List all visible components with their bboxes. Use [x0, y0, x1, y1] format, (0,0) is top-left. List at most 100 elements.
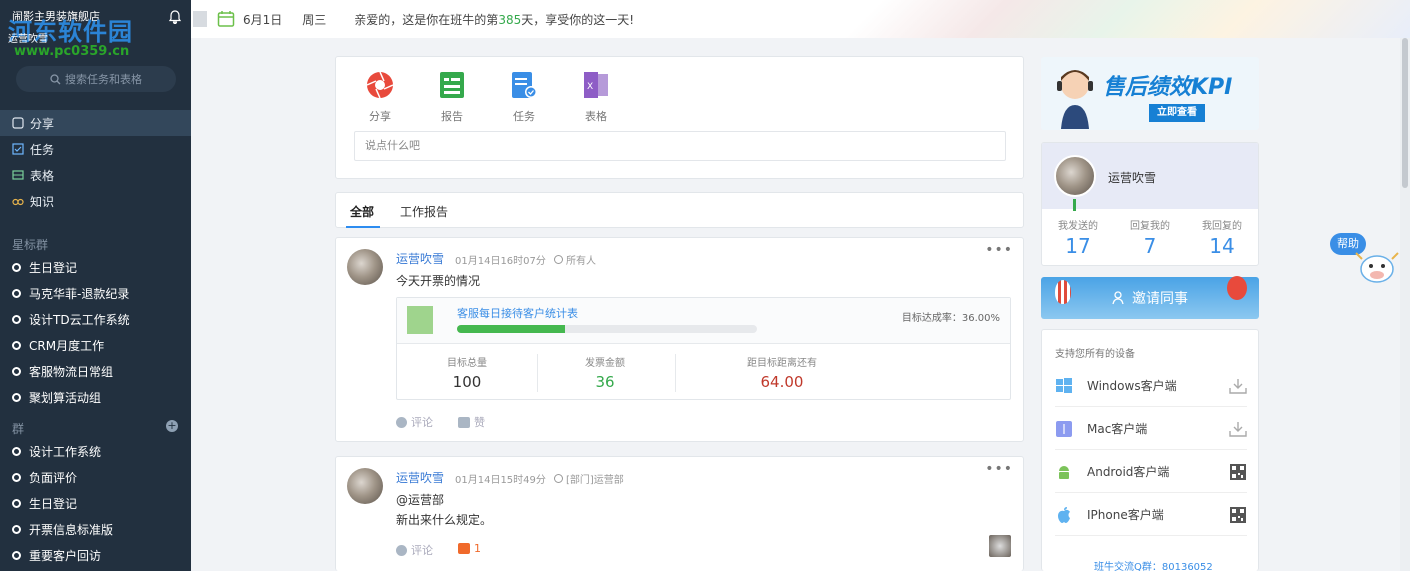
- comment-label: 评论: [411, 416, 433, 429]
- report-label: 报告: [441, 110, 463, 123]
- stat-i-replied[interactable]: 我回复的 14: [1186, 217, 1258, 258]
- profile-header: 运营吹雪: [1042, 143, 1258, 211]
- group-item[interactable]: 负面评价: [0, 464, 191, 490]
- search-icon: [50, 73, 61, 84]
- starred-group-item[interactable]: 客服物流日常组: [0, 358, 191, 384]
- stat-value: 17: [1065, 234, 1091, 258]
- download-icon[interactable]: [1229, 378, 1247, 394]
- starred-group-item[interactable]: 设计TD云工作系统: [0, 306, 191, 332]
- avatar[interactable]: [347, 468, 383, 504]
- stat-label: 发票金额: [585, 358, 625, 369]
- starred-group-item[interactable]: 聚划算活动组: [0, 384, 191, 410]
- attached-sheet-card[interactable]: 客服每日接待客户统计表 目标达成率：36.00% 目标总量 100 发票金额 36 …: [396, 297, 1011, 400]
- download-icon[interactable]: [1229, 421, 1247, 437]
- support-agent-illustration: [1057, 70, 1093, 129]
- like-button[interactable]: 赞: [458, 414, 485, 430]
- stat-total: 目标总量 100: [397, 354, 537, 391]
- device-row-android[interactable]: Android客户端: [1055, 451, 1247, 493]
- nav-label: 表格: [30, 168, 55, 183]
- mac-icon: [1056, 420, 1072, 437]
- starred-group-item[interactable]: CRM月度工作: [0, 332, 191, 358]
- thumbs-up-icon: [458, 543, 470, 554]
- sheet-name[interactable]: 客服每日接待客户统计表: [457, 305, 578, 321]
- user-short-name[interactable]: 运营吹雪: [8, 30, 52, 52]
- tab-work-report[interactable]: 工作报告: [400, 203, 448, 220]
- main-nav: 分享 任务 表格 知识: [0, 110, 191, 214]
- stat-value: 14: [1209, 234, 1235, 258]
- comment-button[interactable]: 评论: [396, 542, 433, 558]
- red-balloon-icon: [1227, 276, 1247, 300]
- stat-value: 36: [595, 373, 615, 391]
- bell-icon[interactable]: [168, 10, 182, 24]
- device-name: Mac客户端: [1087, 422, 1148, 436]
- collapse-handle[interactable]: [193, 11, 207, 27]
- more-options-icon[interactable]: •••: [985, 242, 1013, 258]
- post-text: 新出来什么规定。: [396, 513, 493, 527]
- ring-icon: [12, 472, 21, 482]
- table-button[interactable]: X 表格: [576, 71, 616, 124]
- group-item[interactable]: 开票信息标准版: [0, 516, 191, 542]
- days-count: 385: [498, 12, 522, 27]
- tab-all[interactable]: 全部: [350, 203, 374, 220]
- nav-item-task[interactable]: 任务: [0, 136, 191, 162]
- qrcode-icon[interactable]: [1229, 463, 1247, 480]
- stat-label: 我发送的: [1058, 221, 1098, 232]
- group-label: 生日登记: [29, 496, 78, 511]
- groups-title: 群: [12, 422, 25, 436]
- windows-icon: [1056, 377, 1072, 393]
- help-widget[interactable]: 帮助: [1330, 233, 1402, 289]
- post-composer: 分享 报告 任务 X 表格 说点什么吧: [335, 56, 1024, 179]
- starred-group-item[interactable]: 生日登记: [0, 254, 191, 280]
- device-row-windows[interactable]: Windows客户端: [1055, 365, 1247, 407]
- page-scrollbar[interactable]: [1400, 38, 1410, 571]
- task-button[interactable]: 任务: [504, 71, 544, 124]
- search-input[interactable]: 搜索任务和表格: [16, 66, 176, 92]
- ring-icon: [12, 262, 21, 272]
- group-label: 重要客户回访: [29, 548, 102, 563]
- greeting: 亲爱的，这是你在班牛的第385天，享受你的这一天!: [354, 11, 634, 28]
- share-icon: [12, 117, 24, 129]
- post-mention[interactable]: @运营部: [396, 491, 444, 508]
- post-input[interactable]: 说点什么吧: [354, 131, 1006, 161]
- view-now-button[interactable]: 立即查看: [1149, 104, 1205, 122]
- stat-replied-me[interactable]: 回复我的 7: [1114, 217, 1186, 258]
- feed-post: ••• 运营吹雪 01月14日16时07分 所有人 今天开票的情况 客服每日接待…: [335, 237, 1024, 442]
- post-author[interactable]: 运营吹雪: [396, 250, 444, 267]
- svg-text:X: X: [587, 82, 593, 92]
- nav-item-table[interactable]: 表格: [0, 162, 191, 188]
- ring-icon: [12, 288, 21, 298]
- starred-group-item[interactable]: 马克华菲-退款纪录: [0, 280, 191, 306]
- liker-avatar[interactable]: [989, 535, 1011, 557]
- report-button[interactable]: 报告: [432, 71, 472, 124]
- like-button[interactable]: 1: [458, 542, 481, 555]
- android-icon: [1059, 465, 1069, 479]
- stat-sent[interactable]: 我发送的 17: [1042, 217, 1114, 258]
- device-name: IPhone客户端: [1087, 508, 1164, 522]
- nav-item-knowledge[interactable]: 知识: [0, 188, 191, 214]
- group-item[interactable]: 重要客户回访: [0, 542, 191, 568]
- profile-avatar[interactable]: [1054, 155, 1096, 197]
- ring-icon: [12, 340, 21, 350]
- more-options-icon[interactable]: •••: [985, 461, 1013, 477]
- kpi-banner[interactable]: 售后绩效KPI 立即查看: [1041, 57, 1259, 130]
- comment-icon: [396, 416, 407, 428]
- group-label: 开票信息标准版: [29, 522, 114, 537]
- nav-item-share[interactable]: 分享: [0, 110, 191, 136]
- sheet-header: 客服每日接待客户统计表 目标达成率：36.00%: [397, 298, 1010, 344]
- group-item[interactable]: 生日登记: [0, 490, 191, 516]
- share-camera-icon: [366, 71, 394, 99]
- comment-button[interactable]: 评论: [396, 414, 433, 430]
- share-button[interactable]: 分享: [360, 71, 400, 124]
- scrollbar-thumb[interactable]: [1402, 38, 1408, 188]
- post-author[interactable]: 运营吹雪: [396, 469, 444, 486]
- add-group-icon[interactable]: +: [166, 420, 178, 432]
- avatar[interactable]: [347, 249, 383, 285]
- qrcode-icon[interactable]: [1229, 506, 1247, 523]
- device-row-mac[interactable]: Mac客户端: [1055, 408, 1247, 450]
- invite-colleague-button[interactable]: 邀请同事: [1041, 276, 1259, 319]
- device-row-iphone[interactable]: IPhone客户端: [1055, 494, 1247, 536]
- greeting-prefix: 亲爱的，这是你在班牛的第: [354, 12, 499, 27]
- globe-icon: [554, 255, 563, 264]
- comment-icon: [396, 544, 407, 556]
- group-item[interactable]: 设计工作系统: [0, 438, 191, 464]
